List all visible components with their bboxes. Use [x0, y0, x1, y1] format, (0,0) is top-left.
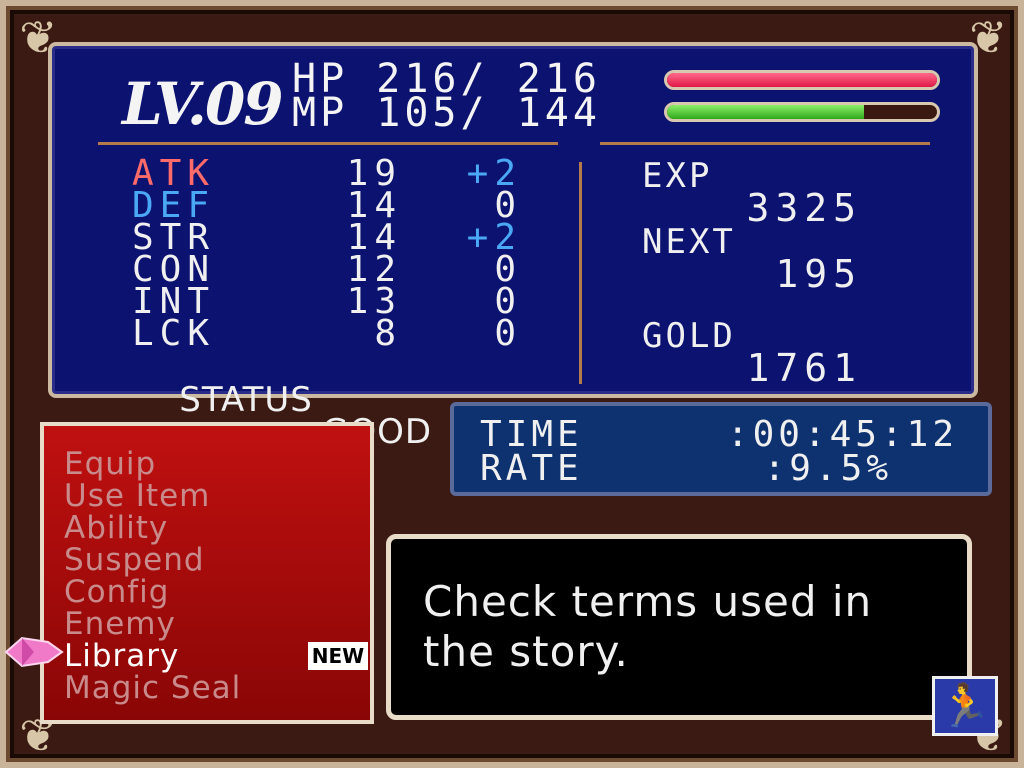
pause-menu: Equip Use Item Ability Suspend Config Enemy Li…: [40, 422, 374, 724]
status-label: STATUS: [179, 380, 313, 420]
menu-item-use-item[interactable]: Use Item: [64, 478, 210, 514]
new-badge: NEW: [308, 642, 368, 670]
menu-item-config[interactable]: Config: [64, 574, 169, 610]
stat-bonus: 0: [494, 313, 522, 354]
divider: [579, 162, 582, 384]
stat-row-lck: LCK 8 0: [132, 313, 516, 354]
running-man-return-icon[interactable]: 🏃: [932, 676, 998, 736]
divider: [98, 142, 558, 145]
menu-item-suspend[interactable]: Suspend: [64, 542, 205, 578]
hp-bar: [664, 70, 940, 90]
mp-bar-fill: [667, 105, 865, 119]
time-rate-panel: TIME :00:45:12 RATE :9.5%: [450, 402, 992, 496]
character-stats-panel: LV.09 HP 216/ 216 MP 105/ 144 ATK 19 +2 DEF…: [48, 42, 978, 449]
stat-value: 8: [374, 313, 402, 354]
description-box: Check terms used in the story.: [386, 534, 972, 720]
mp-bar: [664, 102, 940, 122]
hp-mp-readout: HP 216/ 216 MP 105/ 144: [292, 56, 601, 136]
divider: [600, 142, 930, 145]
stat-name: LCK: [132, 313, 216, 354]
mp-max: 144: [516, 90, 601, 136]
mp-label: MP: [292, 90, 349, 136]
menu-item-enemy[interactable]: Enemy: [64, 606, 176, 642]
mp-current: 105: [376, 90, 461, 136]
next-value: 195: [775, 252, 862, 296]
gold-value: 1761: [746, 346, 862, 390]
hp-bar-fill: [667, 73, 937, 87]
rate-label: RATE: [480, 448, 583, 489]
menu-item-library[interactable]: Library: [64, 638, 179, 674]
level-label: LV.09: [122, 70, 284, 138]
rate-value: :9.5%: [763, 448, 892, 489]
menu-item-magic-seal[interactable]: Magic Seal: [64, 670, 241, 706]
menu-item-ability[interactable]: Ability: [64, 510, 168, 546]
menu-item-equip[interactable]: Equip: [64, 446, 156, 482]
pink-gem-cursor-icon: [4, 636, 64, 668]
